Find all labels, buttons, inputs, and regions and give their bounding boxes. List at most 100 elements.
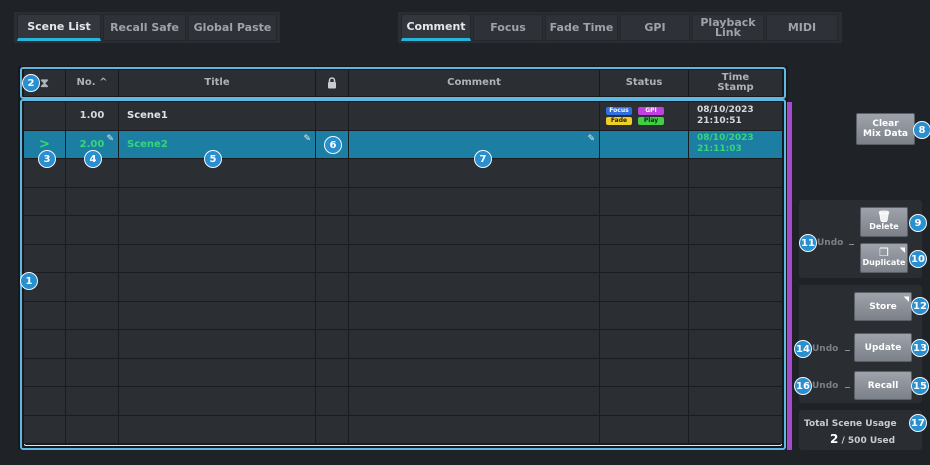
empty-cell: [600, 244, 689, 272]
undo-recall-button[interactable]: Undo: [812, 381, 838, 391]
store-button[interactable]: ◥ Store: [854, 292, 912, 321]
table-row-empty[interactable]: [24, 244, 782, 273]
empty-cell: [600, 216, 689, 244]
header-status[interactable]: Status: [600, 70, 689, 96]
status-cell: [600, 130, 689, 158]
empty-cell: [600, 415, 689, 443]
header-title[interactable]: Title: [119, 70, 316, 96]
tab-recall-safe[interactable]: Recall Safe: [103, 14, 186, 41]
empty-cell: [349, 387, 600, 415]
marker-10: 10: [909, 250, 927, 268]
scene-title-text: Scene2: [127, 138, 168, 150]
empty-cell: [316, 301, 349, 329]
current-scene-cell: [24, 102, 66, 130]
separator-dash: [845, 387, 850, 388]
tab-scene-list[interactable]: Scene List: [17, 14, 101, 41]
tab-playback-link[interactable]: Playback Link: [692, 14, 764, 41]
empty-cell: [119, 187, 316, 215]
empty-cell: [24, 415, 66, 443]
empty-cell: [689, 359, 782, 387]
empty-cell: [600, 273, 689, 301]
timestamp-cell: 08/10/2023 21:11:03: [689, 131, 782, 159]
empty-cell: [316, 159, 349, 187]
table-row-empty[interactable]: [24, 216, 782, 245]
table-row-empty[interactable]: [24, 330, 782, 359]
tab-focus[interactable]: Focus: [473, 14, 543, 41]
marker-5: 5: [204, 150, 222, 168]
lock-icon: [328, 77, 336, 89]
status-badge-play: Play: [638, 116, 664, 125]
table-row-empty[interactable]: [24, 415, 782, 444]
undo-update-button[interactable]: Undo: [812, 344, 838, 354]
separator-dash: [849, 244, 854, 245]
empty-cell: [316, 387, 349, 415]
marker-6: 6: [324, 136, 342, 154]
empty-cell: [66, 387, 119, 415]
marker-7: 7: [474, 150, 492, 168]
table-row-empty[interactable]: [24, 301, 782, 330]
empty-cell: [689, 159, 782, 187]
empty-cell: [66, 216, 119, 244]
empty-cell: [349, 273, 600, 301]
protect-cell[interactable]: [316, 102, 349, 130]
empty-cell: [24, 301, 66, 329]
tab-gpi[interactable]: GPI: [620, 14, 690, 41]
marker-16: 16: [794, 377, 812, 395]
update-button[interactable]: Update: [854, 333, 912, 362]
scene-number-text: 2.00: [79, 138, 105, 150]
hourglass-icon: ⧗: [40, 76, 49, 90]
empty-cell: [316, 415, 349, 443]
marker-13: 13: [911, 339, 929, 357]
table-row-empty[interactable]: [24, 273, 782, 302]
clear-mix-data-button[interactable]: Clear Mix Data: [856, 113, 915, 145]
table-row-empty[interactable]: [24, 159, 782, 188]
table-row[interactable]: 1.00 Scene1 Focus GPI Fade Play 08/10/20…: [24, 102, 782, 131]
pencil-icon: ✎: [106, 133, 114, 144]
header-no[interactable]: No. ^: [66, 70, 119, 96]
empty-cell: [349, 244, 600, 272]
tab-global-paste[interactable]: Global Paste: [188, 14, 277, 41]
store-label: Store: [869, 301, 897, 312]
status-cell: Focus GPI Fade Play: [600, 102, 689, 130]
marker-14: 14: [794, 340, 812, 358]
recall-button[interactable]: Recall: [854, 371, 912, 400]
marker-12: 12: [911, 297, 929, 315]
empty-cell: [600, 387, 689, 415]
status-badge-fade: Fade: [606, 116, 632, 125]
empty-cell: [119, 216, 316, 244]
tab-comment[interactable]: Comment: [401, 14, 471, 41]
table-row-empty[interactable]: [24, 187, 782, 216]
undo-delete-button[interactable]: Undo: [817, 238, 843, 248]
empty-cell: [349, 330, 600, 358]
pencil-icon: ✎: [303, 133, 311, 144]
empty-cell: [689, 416, 782, 444]
separator-dash: [845, 350, 850, 351]
table-row-selected[interactable]: > 2.00 ✎ Scene2 ✎ ✎ 08/10/2023 21:11:03: [24, 130, 782, 159]
delete-button[interactable]: 🗑 Delete: [860, 207, 908, 237]
table-row-empty[interactable]: [24, 387, 782, 416]
empty-cell: [349, 358, 600, 386]
tab-fade-time[interactable]: Fade Time: [545, 14, 618, 41]
scene-comment[interactable]: [349, 102, 600, 130]
empty-cell: [119, 273, 316, 301]
header-comment[interactable]: Comment: [349, 70, 600, 96]
empty-cell: [316, 358, 349, 386]
duplicate-icon: ❐: [879, 246, 889, 259]
tab-midi[interactable]: MIDI: [766, 14, 838, 41]
header-timestamp[interactable]: Time Stamp: [689, 70, 782, 96]
empty-cell: [66, 273, 119, 301]
header-lock[interactable]: [316, 70, 349, 96]
table-body: 1.00 Scene1 Focus GPI Fade Play 08/10/20…: [24, 102, 782, 444]
scene-scroll-indicator[interactable]: [787, 102, 792, 450]
empty-cell: [119, 301, 316, 329]
used-total: / 500 Used: [841, 436, 896, 446]
empty-cell: [66, 301, 119, 329]
empty-cell: [349, 187, 600, 215]
scene-title: Scene1: [119, 102, 316, 130]
empty-cell: [119, 415, 316, 443]
empty-cell: [119, 387, 316, 415]
empty-cell: [66, 415, 119, 443]
empty-cell: [316, 216, 349, 244]
duplicate-button[interactable]: ◥ ❐ Duplicate: [860, 243, 908, 273]
table-row-empty[interactable]: [24, 358, 782, 387]
